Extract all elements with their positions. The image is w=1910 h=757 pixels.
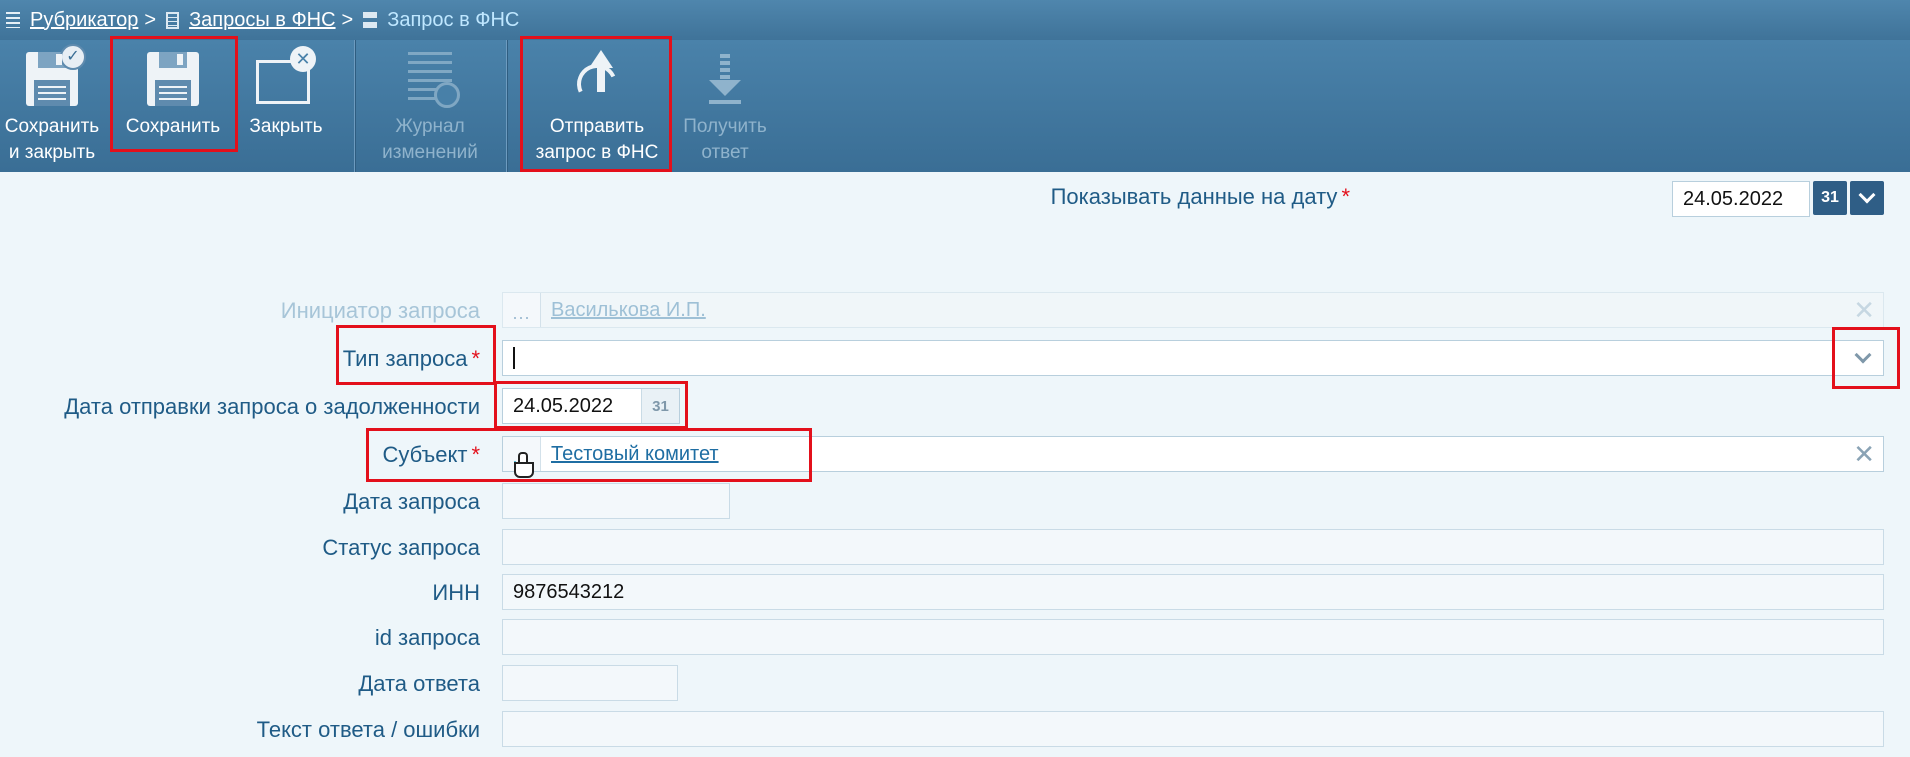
- request-date-label: Дата запроса: [343, 489, 480, 514]
- date-filter-value: 24.05.2022: [1683, 187, 1784, 210]
- send-request-label-1: Отправить: [549, 116, 645, 137]
- subject-label: Субъект *: [382, 442, 480, 468]
- send-request-button[interactable]: Отправить запрос в ФНС: [524, 40, 670, 172]
- breadcrumb-separator: >: [341, 8, 354, 31]
- save-and-close-label-1: Сохранить: [4, 116, 100, 137]
- date-filter-label: Показывать данные на дату *: [750, 184, 1350, 210]
- required-mark: *: [471, 442, 480, 467]
- breadcrumb: Рубрикатор > Запросы в ФНС > Запрос в ФН…: [0, 0, 1910, 40]
- subject-label-text: Субъект: [382, 442, 468, 467]
- request-type-dropdown-button[interactable]: [1843, 341, 1883, 375]
- close-button[interactable]: ✕ Закрыть: [240, 40, 332, 172]
- journal-icon: [396, 44, 464, 110]
- date-filter-input[interactable]: 24.05.2022: [1672, 181, 1810, 217]
- initiator-label: Инициатор запроса: [280, 298, 480, 323]
- send-date-value: 24.05.2022: [513, 394, 614, 417]
- journal-label-1: Журнал: [395, 116, 465, 137]
- request-type-select[interactable]: [502, 340, 1884, 376]
- save-icon: [139, 44, 207, 110]
- date-filter-dropdown-button[interactable]: [1850, 181, 1884, 215]
- clear-icon: ✕: [1853, 295, 1875, 325]
- request-type-label: Тип запроса *: [343, 346, 480, 372]
- toolbar: ✓ Сохранить и закрыть Сохранить ✕ Закрыт…: [0, 40, 1910, 172]
- list-icon: [6, 12, 20, 28]
- download-icon: [691, 44, 759, 110]
- answer-text-input[interactable]: [502, 711, 1884, 747]
- inn-input[interactable]: 9876543212: [502, 574, 1884, 610]
- request-id-input[interactable]: [502, 619, 1884, 655]
- close-window-icon: ✕: [252, 44, 320, 110]
- send-request-icon: [563, 44, 631, 110]
- save-button[interactable]: Сохранить: [116, 40, 230, 172]
- initiator-value: Василькова И.П.: [551, 299, 706, 321]
- send-request-label-2: запрос в ФНС: [535, 142, 659, 163]
- initiator-select-button: ...: [503, 293, 541, 327]
- chevron-down-icon: [1858, 186, 1876, 204]
- clear-icon[interactable]: ✕: [1853, 437, 1875, 471]
- date-filter-label-text: Показывать данные на дату: [1050, 184, 1338, 209]
- required-mark: *: [1341, 184, 1350, 209]
- subject-value-link[interactable]: Тестовый комитет: [551, 437, 719, 471]
- subject-field[interactable]: ... Тестовый комитет ✕: [502, 436, 1884, 472]
- request-type-label-text: Тип запроса: [342, 346, 468, 371]
- close-label: Закрыть: [249, 116, 323, 137]
- breadcrumb-link-rubrikator[interactable]: Рубрикатор: [30, 9, 138, 32]
- save-label: Сохранить: [125, 116, 221, 137]
- journal-label-2: изменений: [382, 142, 478, 163]
- answer-text-label: Текст ответа / ошибки: [256, 717, 480, 742]
- document-icon: [166, 11, 180, 29]
- send-date-label: Дата отправки запроса о задолженности: [64, 394, 480, 419]
- request-id-label: id запроса: [374, 625, 480, 650]
- save-close-icon: ✓: [18, 44, 86, 110]
- chevron-down-icon: [1854, 346, 1872, 364]
- inn-value: 9876543212: [513, 580, 625, 603]
- calendar-icon[interactable]: 31: [641, 389, 679, 423]
- breadcrumb-separator: >: [144, 8, 157, 31]
- calendar-icon[interactable]: 31: [1813, 181, 1847, 215]
- hand-cursor-icon: [514, 452, 534, 478]
- receive-answer-label-2: ответ: [701, 142, 749, 163]
- request-date-input[interactable]: [502, 483, 730, 519]
- inn-label: ИНН: [432, 580, 480, 605]
- breadcrumb-current: Запрос в ФНС: [387, 8, 520, 31]
- save-and-close-button[interactable]: ✓ Сохранить и закрыть: [0, 40, 104, 172]
- record-icon: [363, 12, 378, 28]
- answer-date-label: Дата ответа: [358, 671, 480, 696]
- toolbar-separator: [506, 40, 508, 172]
- save-and-close-label-2: и закрыть: [8, 142, 96, 163]
- initiator-field: ... Василькова И.П. ✕: [502, 292, 1884, 328]
- send-date-input[interactable]: 24.05.2022 31: [502, 388, 680, 424]
- request-status-input[interactable]: [502, 529, 1884, 565]
- change-journal-button[interactable]: Журнал изменений: [372, 40, 488, 172]
- text-caret: [513, 347, 515, 369]
- receive-answer-label-1: Получить: [683, 116, 767, 137]
- answer-date-input[interactable]: [502, 665, 678, 701]
- required-mark: *: [471, 346, 480, 371]
- toolbar-separator: [354, 40, 356, 172]
- breadcrumb-link-fns-requests[interactable]: Запросы в ФНС: [189, 9, 335, 32]
- receive-answer-button[interactable]: Получить ответ: [678, 40, 772, 172]
- request-status-label: Статус запроса: [322, 535, 480, 560]
